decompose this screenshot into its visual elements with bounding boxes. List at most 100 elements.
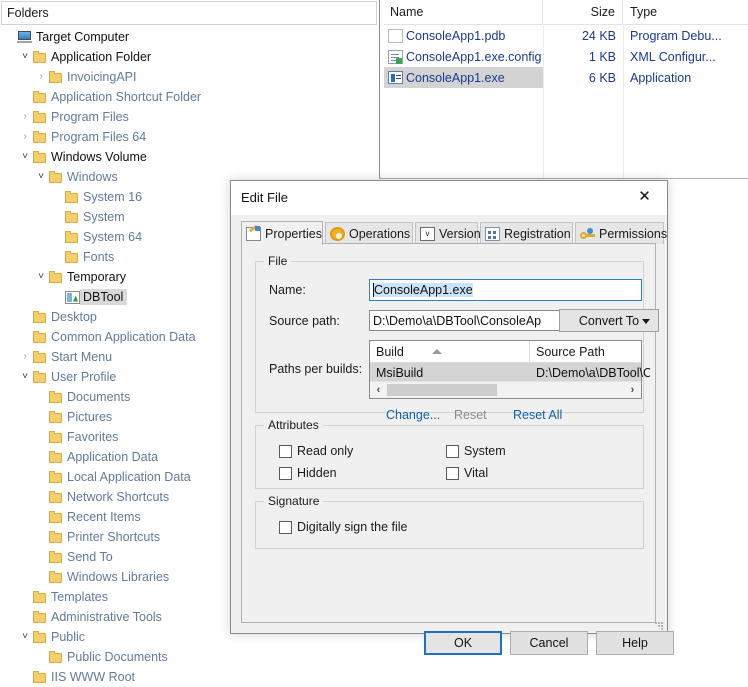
file-type-cell: Application xyxy=(630,70,692,85)
column-header-size[interactable]: Size xyxy=(543,0,623,24)
grid-header: Build Source Path xyxy=(370,341,641,363)
tree-item-invoicingapi[interactable]: › InvoicingAPI xyxy=(0,67,380,87)
checkbox-system[interactable]: System xyxy=(446,444,506,458)
file-type-cell: XML Configur... xyxy=(630,49,716,64)
chevron-down-icon[interactable]: ˅ xyxy=(18,367,32,387)
convert-to-button[interactable]: Convert To xyxy=(559,309,659,332)
folder-icon xyxy=(49,650,64,664)
scroll-left-icon[interactable]: ‹ xyxy=(371,382,386,398)
ok-button[interactable]: OK xyxy=(424,631,502,655)
dialog-title: Edit File xyxy=(241,190,288,205)
close-icon[interactable]: ✕ xyxy=(622,181,667,211)
chevron-down-icon[interactable]: ˅ xyxy=(18,47,32,67)
checkbox-read-only[interactable]: Read only xyxy=(279,444,353,458)
scroll-right-icon[interactable]: › xyxy=(625,382,640,398)
tree-item-label: Program Files xyxy=(51,110,129,124)
grid-column-build-label: Build xyxy=(376,344,404,359)
scrollbar-thumb[interactable] xyxy=(387,384,497,396)
checkbox-icon[interactable] xyxy=(446,444,459,458)
folder-icon xyxy=(33,350,48,364)
tree-item-program-files-64[interactable]: › Program Files 64 xyxy=(0,127,380,147)
chevron-down-icon[interactable]: ˅ xyxy=(18,147,32,167)
source-path-value: D:\Demo\a\DBTool\ConsoleAp xyxy=(373,313,542,328)
file-list-item[interactable]: ConsoleApp1.exe 6 KB Application xyxy=(384,67,748,88)
paths-per-builds-grid[interactable]: Build Source Path MsiBuild D:\Demo\a\DBT… xyxy=(369,340,650,399)
name-input-value: ConsoleApp1.exe xyxy=(374,283,473,297)
file-list-rows[interactable]: ConsoleApp1.pdb 24 KB Program Debu... Conso… xyxy=(384,25,748,88)
tree-item-label: Public xyxy=(51,630,86,644)
folder-icon xyxy=(33,610,48,624)
cancel-button[interactable]: Cancel xyxy=(510,631,588,655)
tree-item-target-computer[interactable]: Target Computer xyxy=(0,27,380,47)
tree-item-label: InvoicingAPI xyxy=(67,70,137,84)
folder-icon xyxy=(33,130,48,144)
column-header-type-label: Type xyxy=(630,5,658,19)
tree-item-windows-volume[interactable]: ˅ Windows Volume xyxy=(0,147,380,167)
tree-item-label: System xyxy=(83,210,125,224)
name-input[interactable]: ConsoleApp1.exe xyxy=(369,279,642,301)
document-icon xyxy=(388,28,403,43)
folder-icon xyxy=(49,510,64,524)
folder-icon xyxy=(49,450,64,464)
column-header-name[interactable]: Name xyxy=(384,0,543,24)
chevron-down-icon xyxy=(642,319,650,324)
tab-operations[interactable]: Operations xyxy=(325,222,413,244)
tree-item-iis-www-root[interactable]: IIS WWW Root xyxy=(0,667,380,687)
gear-icon xyxy=(330,226,345,241)
chevron-right-icon[interactable]: › xyxy=(18,127,32,147)
file-list-item[interactable]: ConsoleApp1.exe.config 1 KB XML Configur..… xyxy=(384,46,748,67)
tree-item-label: Start Menu xyxy=(51,350,113,364)
chevron-right-icon[interactable]: › xyxy=(34,67,48,87)
tree-item-application-folder[interactable]: ˅ Application Folder xyxy=(0,47,380,67)
chevron-down-icon[interactable]: ˅ xyxy=(34,167,48,187)
tree-item-application-shortcut-folder[interactable]: Application Shortcut Folder xyxy=(0,87,380,107)
tree-item-label: System 64 xyxy=(83,230,143,244)
tab-version[interactable]: v Version xyxy=(415,222,481,244)
tree-item-label: Temporary xyxy=(67,270,127,284)
file-list-item[interactable]: ConsoleApp1.pdb 24 KB Program Debu... xyxy=(384,25,748,46)
tab-permissions[interactable]: Permissions xyxy=(575,222,667,244)
tab-label: Operations xyxy=(349,226,411,241)
grid-column-build[interactable]: Build xyxy=(370,341,530,362)
chevron-right-icon[interactable]: › xyxy=(18,347,32,367)
checkbox-hidden[interactable]: Hidden xyxy=(279,466,337,480)
file-name-label: ConsoleApp1.pdb xyxy=(406,28,506,43)
file-size-cell: 6 KB xyxy=(588,70,616,85)
checkbox-icon[interactable] xyxy=(279,520,292,534)
resize-grip-icon[interactable] xyxy=(655,622,663,630)
tree-item-program-files[interactable]: › Program Files xyxy=(0,107,380,127)
tab-label: Properties xyxy=(265,226,322,241)
reset-all-link[interactable]: Reset All xyxy=(513,408,562,422)
tab-properties[interactable]: Properties xyxy=(241,221,323,245)
grid-column-source-path[interactable]: Source Path xyxy=(530,341,690,362)
change-link[interactable]: Change... xyxy=(386,408,440,422)
folder-icon xyxy=(49,390,64,404)
help-button[interactable]: Help xyxy=(596,631,674,655)
tabstrip[interactable]: Properties Operations v Version Registration… xyxy=(241,221,667,245)
tree-item-public-documents[interactable]: Public Documents xyxy=(0,647,380,667)
chevron-down-icon[interactable]: ˅ xyxy=(18,627,32,647)
grid-horizontal-scrollbar[interactable]: ‹ › xyxy=(370,381,641,398)
chevron-right-icon[interactable]: › xyxy=(18,107,32,127)
table-row[interactable]: MsiBuild D:\Demo\a\DBTool\Co xyxy=(370,363,650,382)
chevron-down-icon[interactable]: ˅ xyxy=(34,267,48,287)
registration-icon xyxy=(485,226,500,241)
source-path-label: Source path: xyxy=(269,314,340,328)
folder-icon xyxy=(49,570,64,584)
checkbox-digitally-sign[interactable]: Digitally sign the file xyxy=(279,520,407,534)
file-type-cell: Program Debu... xyxy=(630,28,722,43)
dialog-titlebar[interactable]: Edit File ✕ xyxy=(231,181,667,215)
folder-icon xyxy=(65,250,80,264)
checkbox-icon[interactable] xyxy=(279,466,292,480)
tab-registration[interactable]: Registration xyxy=(480,222,573,244)
checkbox-vital[interactable]: Vital xyxy=(446,466,488,480)
checkbox-icon[interactable] xyxy=(446,466,459,480)
checkbox-icon[interactable] xyxy=(279,444,292,458)
column-header-type[interactable]: Type xyxy=(623,0,748,24)
file-name-cell: ConsoleApp1.exe.config xyxy=(384,46,543,67)
